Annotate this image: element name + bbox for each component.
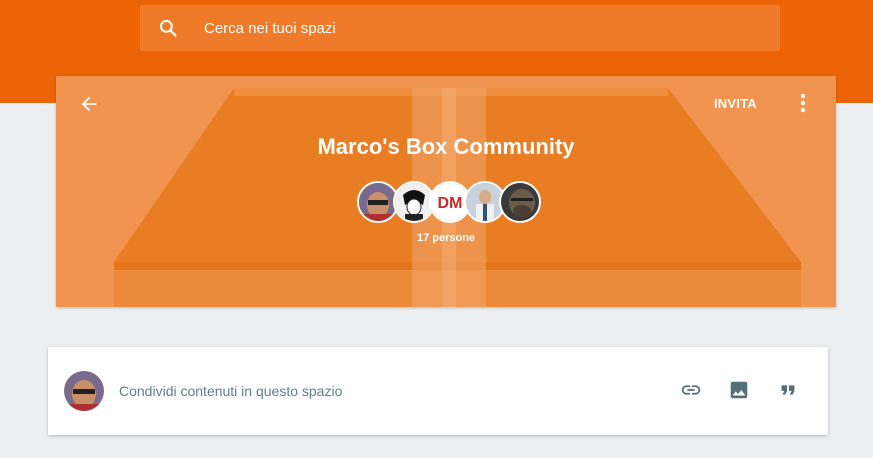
share-prompt[interactable]: Condividi contenuti in questo spazio (119, 383, 342, 399)
current-user-avatar (64, 371, 104, 411)
space-header: INVITA Marco's Box Community DM 17 perso… (56, 76, 836, 307)
search-icon[interactable] (158, 18, 178, 38)
search-placeholder[interactable]: Cerca nei tuoi spazi (204, 20, 336, 37)
more-vert-icon[interactable] (795, 92, 811, 114)
arrow-back-icon[interactable] (78, 93, 100, 115)
invite-button[interactable]: INVITA (714, 96, 757, 111)
link-icon[interactable] (680, 379, 702, 401)
member-count[interactable]: 17 persone (56, 232, 836, 244)
search-bar[interactable]: Cerca nei tuoi spazi (140, 5, 780, 51)
quote-icon[interactable] (777, 379, 799, 401)
space-title: Marco's Box Community (317, 134, 575, 159)
dm-logo: DM (438, 195, 463, 212)
share-composer[interactable]: Condividi contenuti in questo spazio (48, 347, 828, 435)
avatar[interactable] (499, 181, 541, 223)
image-icon[interactable] (728, 379, 750, 401)
